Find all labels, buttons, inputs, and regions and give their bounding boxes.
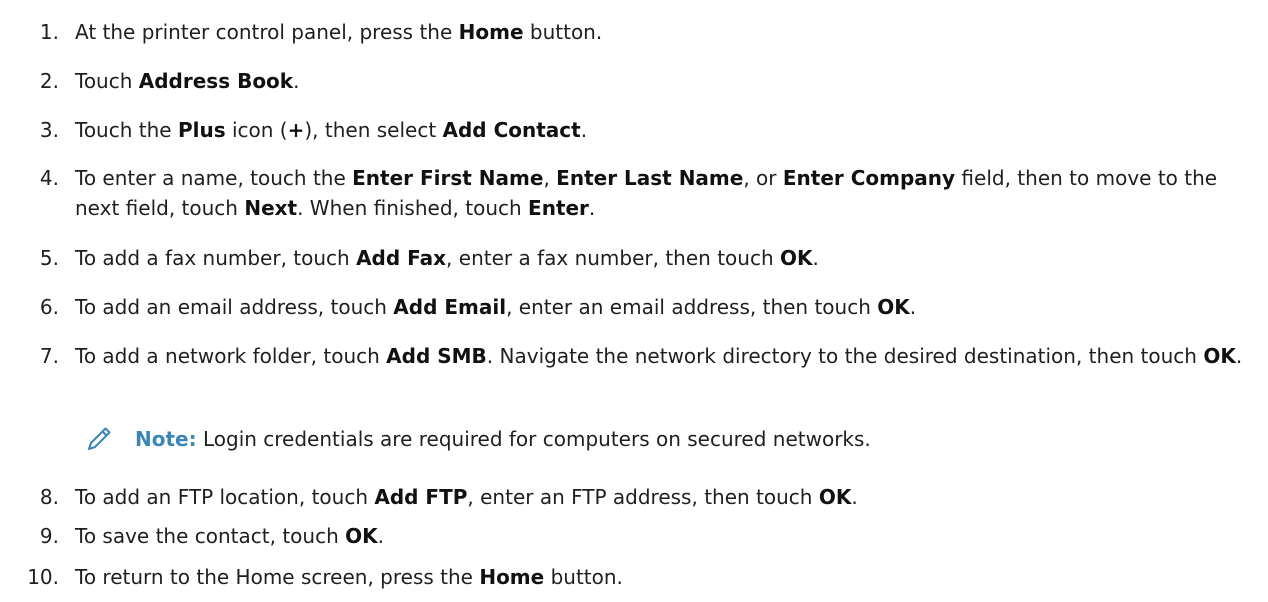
ui-term: Add SMB: [386, 344, 487, 368]
note-label: Note:: [135, 427, 197, 451]
ui-term: +: [287, 118, 305, 142]
note-text: Note: Login credentials are required for…: [135, 421, 871, 457]
step-number: 1.: [39, 20, 59, 44]
step-text: To add an FTP location, touch Add FTP, e…: [75, 482, 1255, 512]
step-text: Touch Address Book.: [75, 66, 1255, 96]
step-text-run: , or: [743, 166, 783, 190]
step-text: To add a network folder, touch Add SMB. …: [75, 341, 1255, 371]
step-text-run: icon (: [225, 118, 288, 142]
step-text-run: .: [377, 524, 384, 548]
step-text-run: To return to the Home screen, press the: [75, 565, 480, 589]
step-text-run: To add a network folder, touch: [75, 344, 387, 368]
ui-term: Enter Last Name: [556, 166, 744, 190]
step-number: 3.: [39, 118, 59, 142]
step-text-run: , enter an FTP address, then touch: [467, 485, 819, 509]
ui-term: OK: [818, 485, 852, 509]
step-text-run: .: [909, 295, 917, 319]
ui-term: OK: [1203, 344, 1236, 368]
note-callout: Note: Login credentials are required for…: [75, 421, 975, 457]
step-text-run: Touch: [75, 69, 139, 93]
ui-term: Address Book: [138, 69, 294, 93]
step-text-run: To add an email address, touch: [75, 295, 394, 319]
step-text-run: To enter a name, touch the: [75, 166, 353, 190]
step-text-run: To add an FTP location, touch: [75, 485, 375, 509]
ui-term: OK: [779, 246, 813, 270]
step-text-run: . Navigate the network directory to the …: [486, 344, 1204, 368]
procedure-steps: 1. At the printer control panel, press t…: [0, 0, 1268, 602]
step-text-run: Touch the: [75, 118, 178, 142]
ui-term: Add FTP: [374, 485, 468, 509]
step-number: 7.: [39, 344, 59, 368]
step-text-run: button.: [544, 565, 623, 589]
step-number: 8.: [39, 485, 59, 509]
step-text-run: , enter a fax number, then touch: [446, 246, 780, 270]
ui-term: Enter Company: [782, 166, 956, 190]
ui-term: Plus: [177, 118, 226, 142]
ui-term: Home: [479, 565, 545, 589]
ui-term: Add Fax: [356, 246, 447, 270]
step-text-run: . When finished, touch: [297, 196, 529, 220]
step-text: To return to the Home screen, press the …: [75, 562, 1255, 592]
step-text: To add an email address, touch Add Email…: [75, 292, 1255, 322]
step-number: 2.: [39, 69, 59, 93]
ui-term: Add Email: [393, 295, 507, 319]
step-text: Touch the Plus icon (+), then select Add…: [75, 115, 1255, 145]
step-number: 4.: [39, 166, 59, 190]
pencil-icon: [88, 427, 111, 450]
step-number: 10.: [27, 565, 59, 589]
step-number: 6.: [39, 295, 59, 319]
step-text-run: .: [1235, 344, 1243, 368]
step-text-run: .: [812, 246, 819, 270]
step-number: 5.: [39, 246, 59, 270]
ui-term: Enter First Name: [352, 166, 544, 190]
step-text-run: At the printer control panel, press the: [75, 20, 459, 44]
step-text-run: To add a fax number, touch: [75, 246, 357, 270]
ui-term: Add Contact: [442, 118, 581, 142]
step-text-run: ), then select: [304, 118, 443, 142]
ui-term: OK: [345, 524, 378, 548]
step-text-run: .: [588, 196, 596, 220]
step-text-run: button.: [523, 20, 603, 44]
step-text-run: To save the contact, touch: [75, 524, 346, 548]
step-text-run: .: [580, 118, 588, 142]
step-text-run: .: [293, 69, 300, 93]
step-text-run: ,: [543, 166, 557, 190]
step-text-run: .: [851, 485, 858, 509]
ui-term: OK: [877, 295, 910, 319]
step-text: To save the contact, touch OK.: [75, 521, 1255, 551]
step-text: To add a fax number, touch Add Fax, ente…: [75, 243, 1255, 273]
step-text: At the printer control panel, press the …: [75, 17, 1255, 47]
step-text-run: , enter an email address, then touch: [506, 295, 878, 319]
ui-term: Enter: [528, 196, 589, 220]
step-number: 9.: [39, 524, 59, 548]
step-text: To enter a name, touch the Enter First N…: [75, 163, 1255, 223]
ui-term: Home: [458, 20, 524, 44]
note-body: Login credentials are required for compu…: [196, 427, 871, 451]
ui-term: Next: [244, 196, 298, 220]
